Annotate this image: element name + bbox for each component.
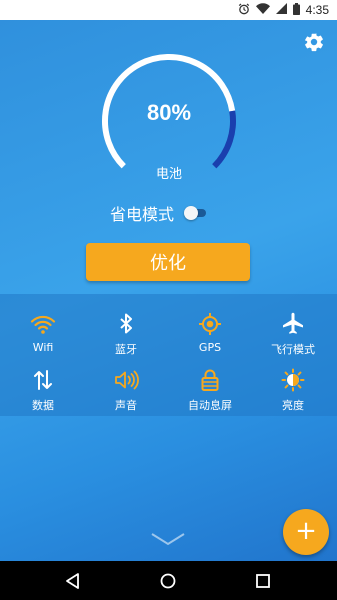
- add-fab-button[interactable]: +: [283, 509, 329, 555]
- quick-tile-label: Wifi: [32, 341, 54, 354]
- battery-percent: 80%: [146, 100, 192, 125]
- wifi-icon: [255, 3, 270, 17]
- data-arrows-icon: [34, 370, 52, 390]
- bluetooth-icon: [120, 313, 132, 334]
- quick-tile-brightness[interactable]: 亮度: [251, 367, 335, 417]
- quick-settings-panel: Wifi 蓝牙 GPS 飞行模式 数据 声音 自动息屏 亮度: [0, 294, 337, 416]
- power-save-toggle[interactable]: [184, 206, 208, 220]
- brightness-icon: [281, 368, 305, 392]
- wifi-icon: [30, 315, 56, 334]
- toggle-knob: [184, 206, 199, 220]
- quick-tile-gps[interactable]: GPS: [168, 311, 252, 361]
- lock-icon: [201, 369, 219, 391]
- volume-icon: [115, 370, 139, 390]
- quick-tile-sound[interactable]: 声音: [84, 367, 168, 417]
- optimize-button[interactable]: 优化: [86, 243, 250, 281]
- quick-tile-auto-lock[interactable]: 自动息屏: [168, 367, 252, 417]
- chevron-down-icon[interactable]: [150, 530, 186, 548]
- quick-tile-bluetooth[interactable]: 蓝牙: [84, 311, 168, 361]
- battery-label: 电池: [155, 167, 182, 182]
- gear-icon: [305, 33, 323, 52]
- back-icon[interactable]: [63, 571, 83, 591]
- status-time: 4:35: [305, 3, 329, 17]
- quick-tile-label: 亮度: [282, 399, 304, 412]
- quick-tile-label: 数据: [32, 399, 54, 412]
- quick-tile-airplane[interactable]: 飞行模式: [251, 311, 335, 361]
- battery-icon: [292, 2, 300, 18]
- power-save-label: 省电模式: [110, 205, 175, 224]
- plus-icon: +: [295, 516, 317, 546]
- settings-button[interactable]: [303, 31, 325, 53]
- home-icon[interactable]: [158, 571, 178, 591]
- recents-icon[interactable]: [253, 571, 273, 591]
- navigation-bar: [0, 561, 337, 600]
- quick-tile-wifi[interactable]: Wifi: [1, 311, 85, 361]
- quick-tile-data[interactable]: 数据: [1, 367, 85, 417]
- quick-tile-label: 自动息屏: [188, 399, 232, 412]
- alarm-icon: [238, 3, 250, 18]
- quick-tile-label: 声音: [115, 399, 137, 412]
- quick-tile-label: GPS: [198, 341, 222, 354]
- quick-tile-label: 飞行模式: [271, 343, 315, 356]
- quick-tile-label: 蓝牙: [115, 343, 137, 356]
- power-save-row: 省电模式: [110, 201, 208, 225]
- status-bar: 4:35: [0, 0, 337, 20]
- airplane-icon: [283, 312, 303, 334]
- gps-icon: [199, 313, 221, 335]
- signal-icon: [275, 3, 287, 17]
- battery-saver-screen: 4:35 80% 电池 省电模式 优化 Wifi 蓝牙 GPS 飞行模式 数据 …: [0, 0, 337, 600]
